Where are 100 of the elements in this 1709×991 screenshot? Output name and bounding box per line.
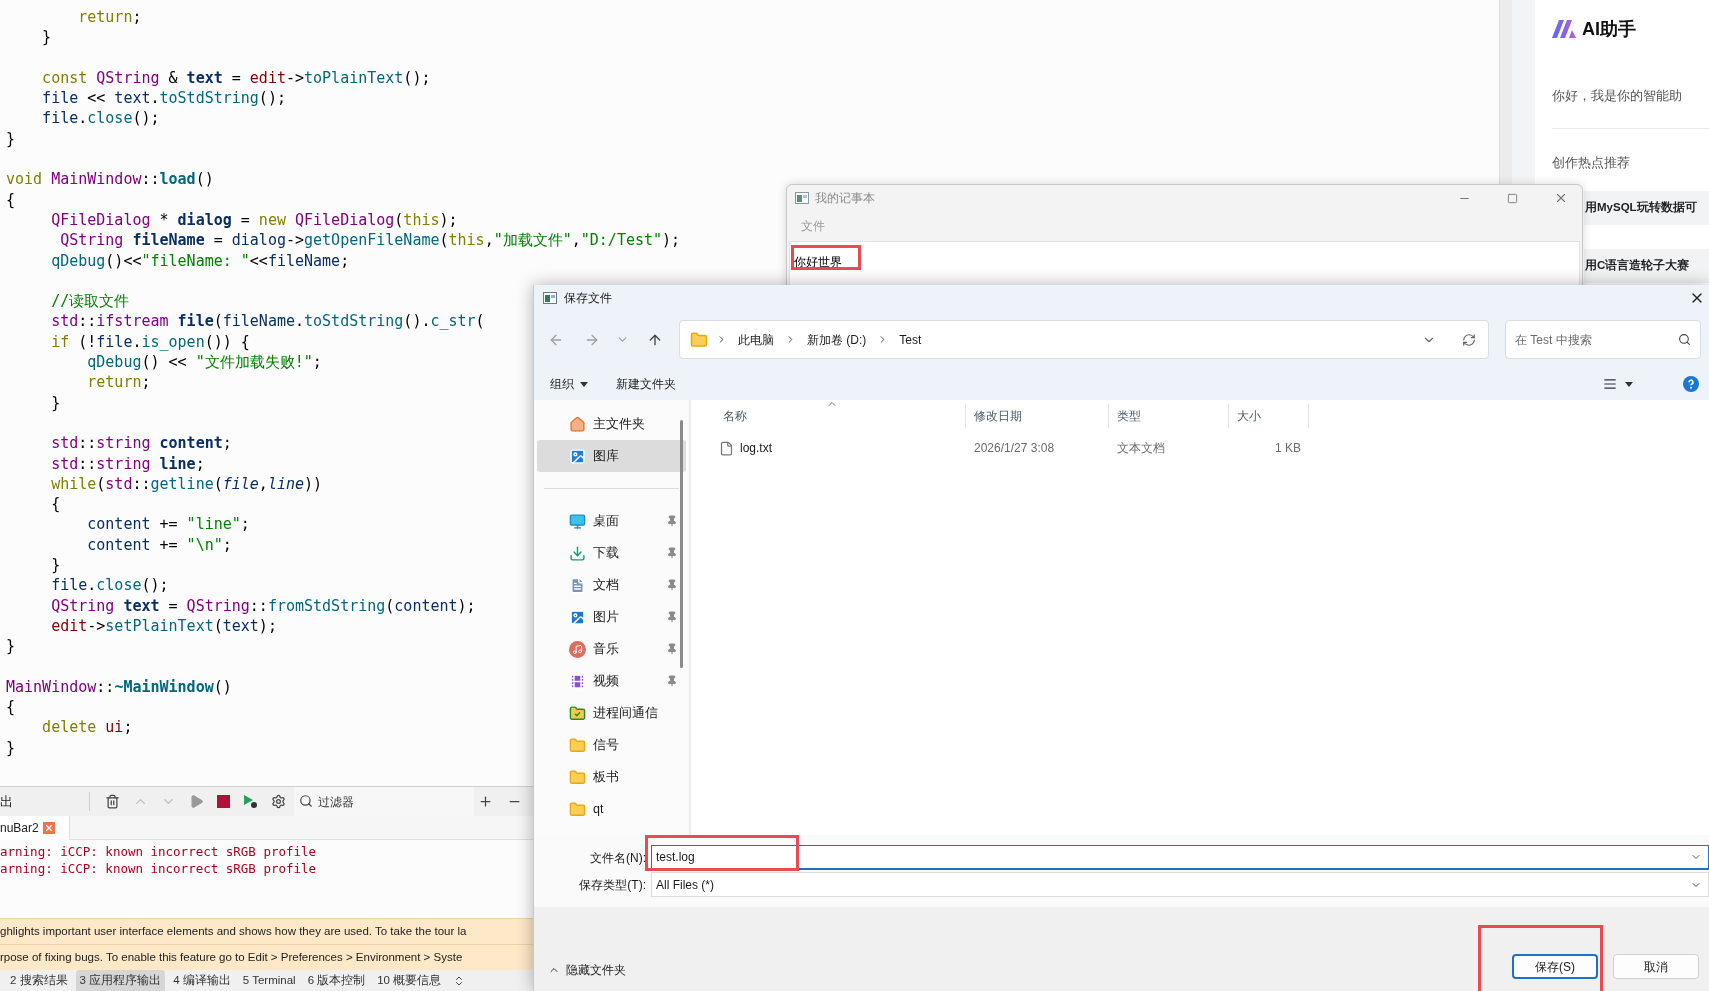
notice-bar: rpose of fixing bugs. To enable this feature go to Edit > Preferences > Environment > Syste [0, 944, 533, 970]
breadcrumb-item[interactable]: Test [896, 330, 925, 349]
home-icon [569, 415, 586, 433]
address-bar[interactable]: 此电脑 新加卷 (D:) Test [679, 320, 1489, 359]
folder-icon [569, 768, 586, 786]
code-line: std::string line; [51, 453, 205, 474]
gallery-icon [569, 447, 586, 465]
list-view-icon[interactable] [1603, 377, 1617, 391]
nav-item[interactable]: 文档 [537, 569, 686, 601]
code-line: delete ui; [42, 717, 133, 738]
settings-icon[interactable] [271, 794, 286, 809]
nav-item[interactable]: 桌面 [537, 505, 686, 537]
code-line: //读取文件 [51, 291, 130, 312]
nav-item[interactable]: 主文件夹 [537, 408, 686, 440]
music-icon [569, 640, 586, 658]
refresh-icon[interactable] [1462, 332, 1476, 347]
column-header[interactable]: 修改日期 [966, 404, 1109, 428]
code-line: while(std::getline(file,line)) [51, 473, 323, 495]
download-icon [569, 544, 586, 562]
file-name: log.txt [740, 440, 772, 457]
code-line: file.close(); [51, 575, 169, 596]
bottom-tab[interactable]: 3 应用程序输出 [75, 970, 166, 991]
nav-item[interactable]: 图库 [537, 440, 686, 472]
code-line: return; [87, 372, 151, 393]
nav-item[interactable]: qt [537, 793, 686, 825]
picture-icon [569, 608, 586, 626]
scrollbar-thumb[interactable] [680, 420, 683, 668]
code-line: { [6, 697, 16, 718]
maximize-icon[interactable] [1507, 192, 1518, 204]
code-line: QString text = QString::fromStdString(content); [51, 595, 476, 616]
desktop-icon [569, 512, 586, 530]
code-line: std::string content; [51, 433, 232, 454]
window-icon [795, 192, 809, 204]
column-header[interactable]: 名称 [691, 404, 966, 428]
file-row[interactable]: log.txt 2026/1/27 3:08 文本文档 1 KB [691, 436, 1309, 460]
command-button[interactable]: 新建文件夹 [616, 375, 676, 393]
bottom-tab[interactable]: 4 编译输出 [169, 970, 235, 991]
clear-icon[interactable] [105, 794, 120, 809]
nav-item[interactable]: 音乐 [537, 633, 686, 665]
code-line: { [51, 494, 61, 515]
document-icon [569, 576, 586, 594]
filter-field[interactable]: 过滤器 [294, 787, 474, 816]
bottom-tab[interactable]: 2 搜索结果 [6, 970, 72, 991]
file-type-select[interactable]: All Files (*) [651, 872, 1709, 897]
code-line: } [6, 128, 16, 150]
breadcrumb-item[interactable]: 新加卷 (D:) [804, 330, 870, 349]
nav-item[interactable]: 板书 [537, 761, 686, 793]
help-icon[interactable] [1683, 376, 1699, 392]
column-header[interactable]: 大小 [1229, 404, 1309, 428]
field-label: 文件名(N): [589, 849, 647, 867]
caret-icon [580, 381, 588, 387]
nav-item[interactable]: 视频 [537, 665, 686, 697]
code-line: content += "line"; [87, 514, 250, 535]
folder-check-icon [569, 704, 586, 722]
run-icon[interactable] [189, 794, 204, 809]
panel-title: 出 [0, 791, 90, 812]
nav-item[interactable]: 信号 [537, 729, 686, 761]
dialog-button[interactable]: 取消 [1613, 954, 1699, 979]
greeting-text: 你好，我是你的智能助 [1552, 87, 1683, 105]
folder-icon [569, 800, 586, 818]
debug-run-icon[interactable] [243, 794, 258, 809]
code-line: const QString & text = edit->toPlainText(); [42, 67, 431, 89]
code-line: edit->setPlainText(text); [51, 615, 277, 637]
code-line: file.close(); [42, 108, 160, 129]
code-line: void MainWindow::load() [6, 169, 214, 190]
output-line: arning: iCCP: known incorrect sRGB profile [0, 844, 317, 859]
dialog-button[interactable]: 保存(S) [1512, 954, 1598, 979]
bottom-tab[interactable]: 5 Terminal [238, 970, 300, 991]
section-title: 创作热点推荐 [1552, 153, 1631, 172]
search-icon [299, 794, 313, 808]
add-icon[interactable] [478, 794, 493, 809]
bottom-tab[interactable]: 6 版本控制 [303, 970, 370, 991]
column-header[interactable]: 类型 [1109, 404, 1229, 428]
file-name-field[interactable]: test.log [651, 845, 1709, 870]
bottom-tab[interactable]: 10 概要信息 [373, 970, 446, 991]
file-type: 文本文档 [1117, 441, 1165, 455]
code-line: } [51, 392, 61, 413]
video-icon [569, 672, 586, 690]
window-title: 我的记事本 [815, 190, 876, 207]
folder-icon [690, 330, 708, 349]
code-line: QFileDialog * dialog = new QFileDialog(this); [51, 209, 458, 231]
assistant-title: AI助手 [1582, 17, 1636, 41]
caret-icon[interactable] [1625, 381, 1633, 387]
search-field[interactable]: 在 Test 中搜索 [1505, 320, 1701, 359]
file-icon [719, 440, 734, 456]
code-line: { [6, 189, 16, 210]
topic-chip[interactable]: 用MySQL玩转数据可 [1584, 191, 1709, 225]
code-line: qDebug()<<"fileName: "<<fileName; [51, 250, 350, 271]
nav-item[interactable]: 下载 [537, 537, 686, 569]
breadcrumb-item[interactable]: 此电脑 [735, 330, 777, 349]
nav-item[interactable]: 进程间通信 [537, 697, 686, 729]
notice-bar: ghlights important user interface elements and shows how they are used. To take the tour la [0, 918, 533, 944]
file-size: 1 KB [1275, 441, 1301, 455]
topic-chip[interactable]: 用C语言造轮子大赛 [1584, 249, 1709, 283]
hide-folders-toggle[interactable]: 隐藏文件夹 [548, 961, 626, 979]
output-tab[interactable]: nuBar2 [0, 815, 70, 840]
output-line: arning: iCCP: known incorrect sRGB profile [0, 861, 317, 876]
code-line: } [6, 636, 16, 657]
nav-item[interactable]: 图片 [537, 601, 686, 633]
command-button[interactable]: 组织 [550, 375, 588, 393]
